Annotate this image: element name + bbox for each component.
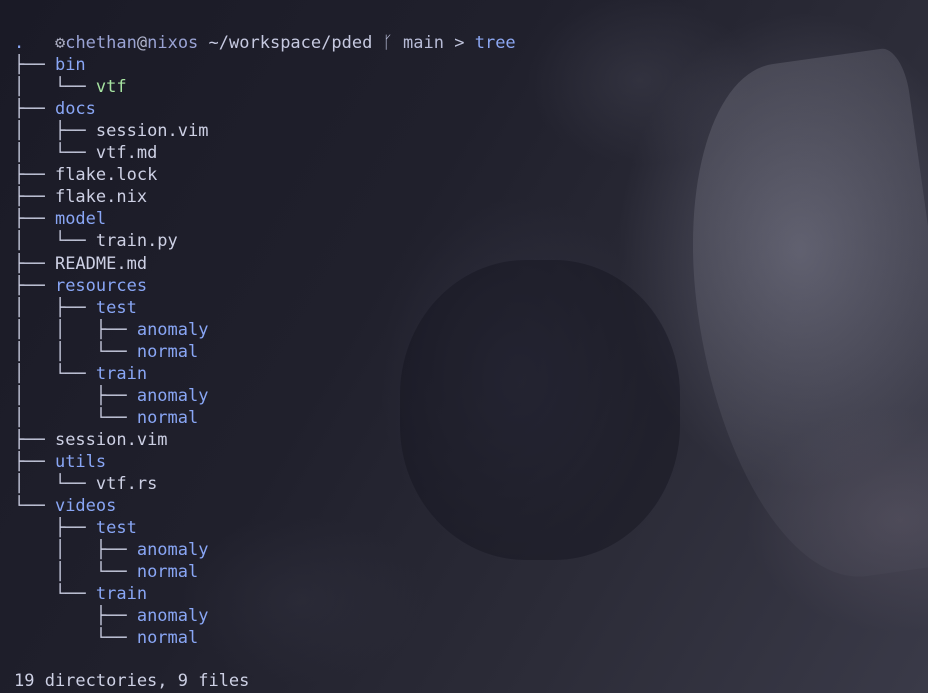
tree-file-name: vtf.md [95, 143, 158, 164]
tree-entry: ├── README.md [14, 253, 147, 275]
tree-branch-glyph: ├── [14, 55, 55, 76]
tree-branch-glyph: │ └── [14, 363, 96, 384]
tree-entry: │ ├── test [14, 297, 137, 319]
tree-file-name: flake.nix [54, 187, 148, 208]
tree-directory-name: normal [136, 341, 199, 362]
prompt-host: nixos [147, 33, 199, 53]
tree-entry: └── normal [14, 627, 198, 649]
tree-directory-name: utils [54, 451, 107, 472]
tree-branch-glyph: └── [14, 584, 96, 605]
tree-entry: │ ├── anomaly [14, 385, 208, 407]
tree-branch-glyph: │ └── [14, 562, 137, 583]
tree-branch-glyph: │ │ └── [14, 341, 137, 362]
tree-file-name: session.vim [54, 429, 168, 450]
tree-file-name: vtf [95, 77, 127, 98]
tree-entry: ├── session.vim [14, 429, 168, 451]
tree-file-name: README.md [54, 253, 148, 274]
tree-directory-name: train [95, 363, 148, 384]
tree-entry: ├── test [14, 517, 137, 539]
tree-branch-glyph: │ ├── [14, 121, 96, 142]
tree-entry: │ └── train [14, 363, 147, 385]
tree-branch-glyph: ├── [14, 165, 55, 186]
tree-directory-name: train [95, 584, 148, 605]
tree-entry: . [14, 32, 24, 54]
tree-entry: │ │ └── normal [14, 341, 198, 363]
tree-branch-glyph: ├── [14, 209, 55, 230]
tree-file-name: flake.lock [54, 165, 158, 186]
tree-branch-glyph: ├── [14, 187, 55, 208]
tree-file-name: session.vim [95, 121, 209, 142]
tree-entry: ├── flake.nix [14, 186, 147, 208]
tree-entry: └── videos [14, 495, 116, 517]
prompt-line: ⚙chethan@nixos ~/workspace/pded ᚴ main >… [14, 10, 516, 53]
tree-file-name: train.py [95, 231, 178, 252]
tree-branch-glyph: ├── [14, 606, 137, 627]
git-branch-icon: ᚴ [382, 33, 393, 53]
tree-branch-glyph: │ │ ├── [14, 319, 137, 340]
tree-root: . [14, 33, 25, 53]
prompt-command: tree [474, 33, 516, 53]
tree-entry: ├── flake.lock [14, 164, 157, 186]
tree-summary: 19 directories, 9 files [14, 671, 250, 691]
tree-entry: │ └── normal [14, 407, 198, 429]
tree-branch-glyph: │ └── [14, 231, 96, 252]
tree-branch-glyph: │ ├── [14, 385, 137, 406]
tree-entry: ├── bin [14, 54, 86, 76]
tree-entry: │ └── train.py [14, 230, 178, 252]
tree-directory-name: videos [54, 496, 117, 517]
tree-entry: │ ├── anomaly [14, 539, 209, 561]
tree-branch-glyph: │ ├── [14, 297, 96, 318]
tree-file-name: vtf.rs [95, 474, 158, 494]
tree-entry: ├── anomaly [14, 605, 209, 627]
tree-entry: ├── resources [14, 275, 147, 297]
tree-directory-name: anomaly [136, 606, 209, 627]
prompt-cwd: ~/workspace/pded [208, 33, 373, 53]
tree-entry: │ └── normal [14, 561, 198, 583]
tree-branch-glyph: └── [14, 628, 137, 649]
tree-branch-glyph: │ ├── [14, 540, 137, 561]
tree-branch-glyph: │ └── [14, 77, 96, 98]
tree-directory-name: normal [136, 628, 199, 649]
tree-branch-glyph: │ └── [14, 474, 96, 494]
tree-branch-glyph: └── [14, 496, 55, 517]
tree-directory-name: anomaly [136, 540, 209, 561]
tree-directory-name: model [54, 209, 107, 230]
tree-branch-glyph: │ └── [14, 407, 137, 428]
tree-directory-name: test [95, 518, 137, 539]
prompt-arrow: > [454, 33, 465, 53]
tree-directory-name: resources [54, 275, 148, 296]
tree-branch-glyph: ├── [14, 451, 55, 472]
tree-directory-name: bin [54, 55, 86, 76]
tree-directory-name: normal [136, 562, 199, 583]
tree-entry: ├── docs [14, 98, 96, 120]
tree-entry: │ │ ├── anomaly [14, 319, 208, 341]
prompt-at: @ [136, 33, 148, 53]
tree-entry: └── train [14, 583, 147, 605]
tree-directory-name: docs [54, 99, 96, 120]
tree-entry: │ └── vtf.md [14, 142, 157, 164]
tree-directory-name: normal [136, 407, 199, 428]
tree-directory-name: test [95, 297, 137, 318]
tree-entry: │ └── vtf [14, 76, 127, 98]
tree-directory-name: anomaly [136, 385, 209, 406]
tree-branch-glyph: │ └── [14, 143, 96, 164]
tree-branch-glyph: ├── [14, 253, 55, 274]
tree-branch-glyph: ├── [14, 518, 96, 539]
prompt-branch: main [403, 33, 444, 53]
tree-branch-glyph: ├── [14, 275, 55, 296]
tree-entry: │ ├── session.vim [14, 120, 208, 142]
tree-directory-name: anomaly [136, 319, 209, 340]
gear-icon: ⚙ [54, 33, 66, 53]
tree-branch-glyph: ├── [14, 429, 55, 450]
tree-branch-glyph: ├── [14, 99, 55, 120]
tree-entry: ├── model [14, 208, 106, 230]
prompt-user: chethan [65, 33, 137, 53]
terminal-window[interactable]: ⚙chethan@nixos ~/workspace/pded ᚴ main >… [0, 0, 928, 693]
tree-entry: │ └── vtf.rs [14, 473, 157, 495]
tree-entry: ├── utils [14, 451, 106, 473]
